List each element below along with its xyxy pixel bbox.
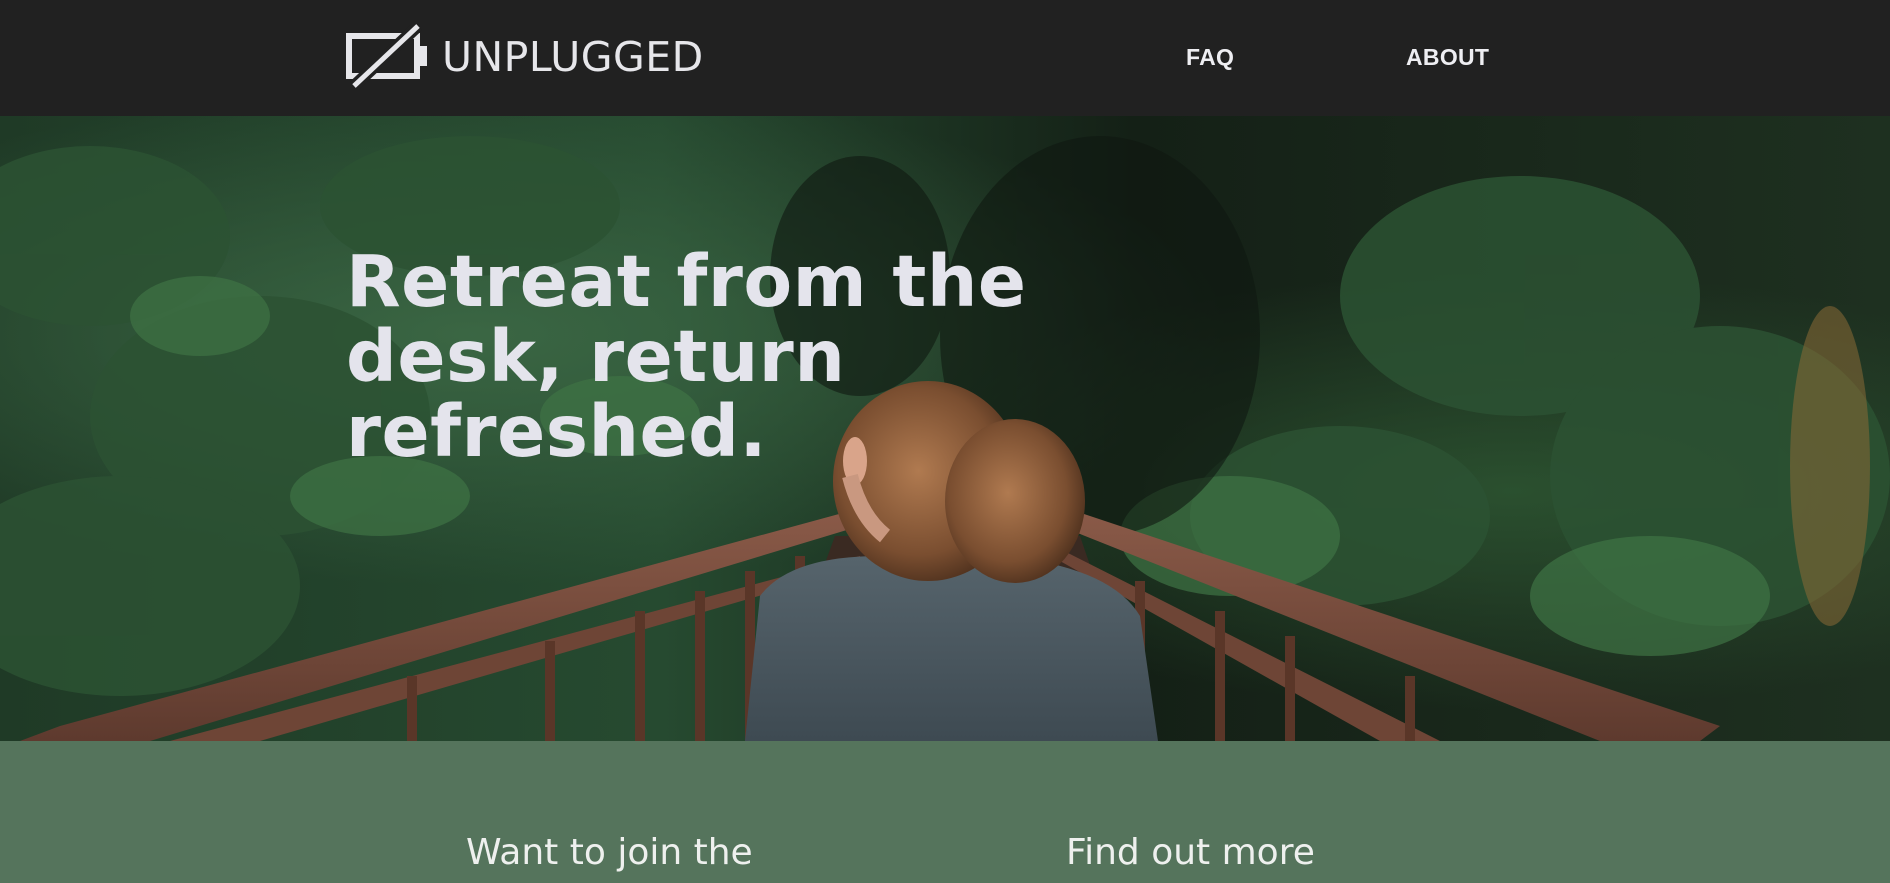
info-band: Want to join the Find out more xyxy=(0,741,1890,883)
find-out-more-heading: Find out more xyxy=(1066,832,1315,873)
hero-title: Retreat from the desk, return refreshed. xyxy=(346,240,1027,473)
nav-faq-link[interactable]: FAQ xyxy=(1186,42,1234,72)
nav-about-link[interactable]: ABOUT xyxy=(1406,42,1489,72)
unplugged-battery-icon xyxy=(346,24,427,90)
hero-section: Retreat from the desk, return refreshed. xyxy=(0,116,1890,741)
site-header: UNPLUGGED FAQ ABOUT xyxy=(0,0,1890,116)
logo-link[interactable]: UNPLUGGED xyxy=(346,24,704,90)
join-heading: Want to join the xyxy=(466,832,753,873)
logo-text: UNPLUGGED xyxy=(442,32,704,81)
page: UNPLUGGED FAQ ABOUT Retreat from the des… xyxy=(0,0,1890,883)
